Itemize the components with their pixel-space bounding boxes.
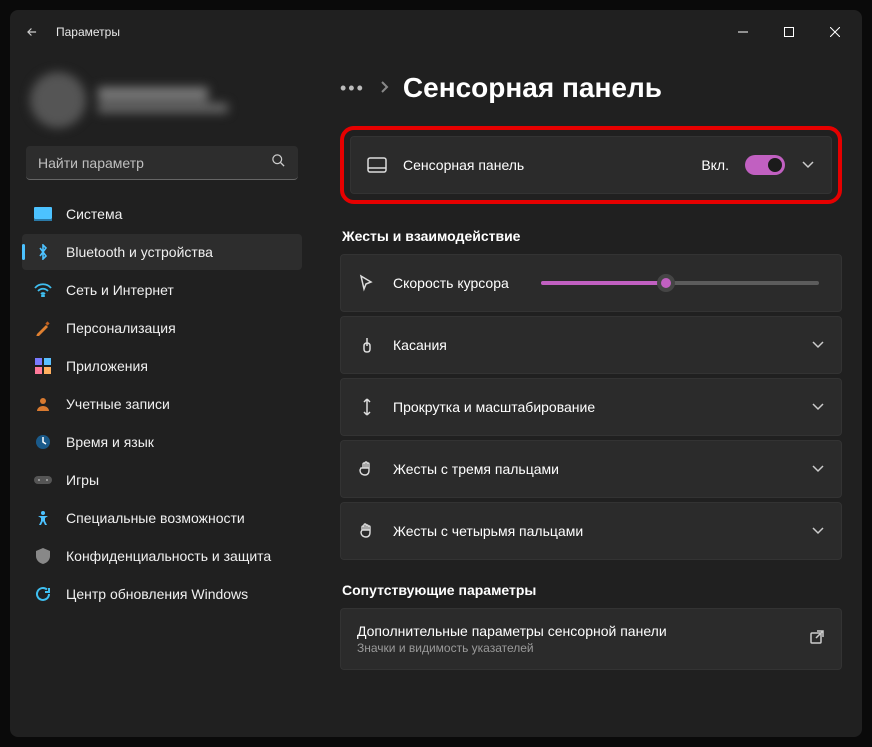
- main: ••• Сенсорная панель Сенсорная панель Вк…: [310, 54, 862, 737]
- nav-label: Система: [66, 206, 122, 222]
- related-card-title: Дополнительные параметры сенсорной панел…: [357, 623, 793, 639]
- time-language-icon: [34, 433, 52, 451]
- sidebar-item-time-language[interactable]: Время и язык: [22, 424, 302, 460]
- privacy-icon: [34, 547, 52, 565]
- windows-update-icon: [34, 585, 52, 603]
- section-title-gestures: Жесты и взаимодействие: [342, 228, 842, 244]
- search-box[interactable]: [26, 146, 298, 180]
- sidebar-item-accounts[interactable]: Учетные записи: [22, 386, 302, 422]
- chevron-down-icon: [811, 462, 825, 476]
- system-icon: [34, 205, 52, 223]
- cursor-speed-slider[interactable]: [541, 281, 819, 285]
- chevron-down-icon: [811, 524, 825, 538]
- nav-label: Конфиденциальность и защита: [66, 548, 271, 564]
- profile-name: [98, 87, 208, 101]
- touchpad-toggle[interactable]: [745, 155, 785, 175]
- card-label: Прокрутка и масштабирование: [393, 399, 795, 415]
- toggle-state-text: Вкл.: [701, 157, 729, 173]
- breadcrumb: ••• Сенсорная панель: [340, 72, 842, 104]
- bluetooth-icon: [34, 243, 52, 261]
- card-label: Жесты с четырьмя пальцами: [393, 523, 795, 539]
- nav-label: Учетные записи: [66, 396, 170, 412]
- window-controls: [720, 16, 858, 48]
- sidebar-item-gaming[interactable]: Игры: [22, 462, 302, 498]
- apps-icon: [34, 357, 52, 375]
- nav-label: Центр обновления Windows: [66, 586, 248, 602]
- nav-label: Bluetooth и устройства: [66, 244, 213, 260]
- touchpad-master-card[interactable]: Сенсорная панель Вкл.: [350, 136, 832, 194]
- app-title: Параметры: [56, 25, 120, 39]
- taps-card[interactable]: Касания: [340, 316, 842, 374]
- nav-label: Персонализация: [66, 320, 176, 336]
- gaming-icon: [34, 471, 52, 489]
- four-finger-card[interactable]: Жесты с четырьмя пальцами: [340, 502, 842, 560]
- profile-email: [98, 103, 228, 113]
- accessibility-icon: [34, 509, 52, 527]
- titlebar: Параметры: [10, 10, 862, 54]
- sidebar-item-accessibility[interactable]: Специальные возможности: [22, 500, 302, 536]
- content: Система Bluetooth и устройства Сеть и Ин…: [10, 54, 862, 737]
- scroll-icon: [357, 398, 377, 416]
- card-label: Жесты с тремя пальцами: [393, 461, 795, 477]
- card-label: Касания: [393, 337, 795, 353]
- titlebar-left: Параметры: [22, 22, 120, 42]
- slider-thumb[interactable]: [657, 274, 675, 292]
- sidebar-item-network[interactable]: Сеть и Интернет: [22, 272, 302, 308]
- nav-label: Сеть и Интернет: [66, 282, 174, 298]
- sidebar-item-personalization[interactable]: Персонализация: [22, 310, 302, 346]
- chevron-right-icon: [379, 80, 389, 96]
- section-title-related: Сопутствующие параметры: [342, 582, 842, 598]
- sidebar-item-bluetooth[interactable]: Bluetooth и устройства: [22, 234, 302, 270]
- nav-label: Время и язык: [66, 434, 154, 450]
- scroll-area: Сенсорная панель Вкл. Жесты и взаимодейс…: [340, 126, 842, 737]
- profile-block[interactable]: [22, 66, 302, 138]
- touchpad-label: Сенсорная панель: [403, 157, 685, 173]
- three-finger-card[interactable]: Жесты с тремя пальцами: [340, 440, 842, 498]
- open-external-icon: [809, 629, 825, 650]
- search-input[interactable]: [38, 155, 271, 171]
- related-advanced-card[interactable]: Дополнительные параметры сенсорной панел…: [340, 608, 842, 670]
- tap-icon: [357, 336, 377, 354]
- accounts-icon: [34, 395, 52, 413]
- cursor-icon: [357, 274, 377, 292]
- back-button[interactable]: [22, 22, 42, 42]
- close-button[interactable]: [812, 16, 858, 48]
- minimize-button[interactable]: [720, 16, 766, 48]
- four-finger-icon: [357, 522, 377, 540]
- search-icon: [271, 153, 286, 173]
- breadcrumb-overflow[interactable]: •••: [340, 78, 365, 99]
- nav-label: Игры: [66, 472, 99, 488]
- sidebar-item-windows-update[interactable]: Центр обновления Windows: [22, 576, 302, 612]
- sidebar-item-privacy[interactable]: Конфиденциальность и защита: [22, 538, 302, 574]
- nav-label: Приложения: [66, 358, 148, 374]
- page-title: Сенсорная панель: [403, 72, 662, 104]
- chevron-down-icon: [801, 158, 815, 172]
- nav-label: Специальные возможности: [66, 510, 245, 526]
- avatar: [30, 72, 86, 128]
- related-card-text: Дополнительные параметры сенсорной панел…: [357, 623, 793, 655]
- scroll-zoom-card[interactable]: Прокрутка и масштабирование: [340, 378, 842, 436]
- annotation-highlight: Сенсорная панель Вкл.: [340, 126, 842, 204]
- chevron-down-icon: [811, 400, 825, 414]
- slider-fill: [541, 281, 666, 285]
- sidebar-item-system[interactable]: Система: [22, 196, 302, 232]
- personalization-icon: [34, 319, 52, 337]
- sidebar-item-apps[interactable]: Приложения: [22, 348, 302, 384]
- profile-text: [98, 87, 228, 113]
- maximize-button[interactable]: [766, 16, 812, 48]
- cursor-speed-card: Скорость курсора: [340, 254, 842, 312]
- touchpad-icon: [367, 157, 387, 173]
- chevron-down-icon: [811, 338, 825, 352]
- settings-window: Параметры: [10, 10, 862, 737]
- sidebar: Система Bluetooth и устройства Сеть и Ин…: [10, 54, 310, 737]
- network-icon: [34, 281, 52, 299]
- card-label: Скорость курсора: [393, 275, 509, 291]
- nav: Система Bluetooth и устройства Сеть и Ин…: [22, 196, 302, 612]
- three-finger-icon: [357, 460, 377, 478]
- gesture-cards: Скорость курсора Касания: [340, 254, 842, 560]
- related-card-subtitle: Значки и видимость указателей: [357, 641, 793, 655]
